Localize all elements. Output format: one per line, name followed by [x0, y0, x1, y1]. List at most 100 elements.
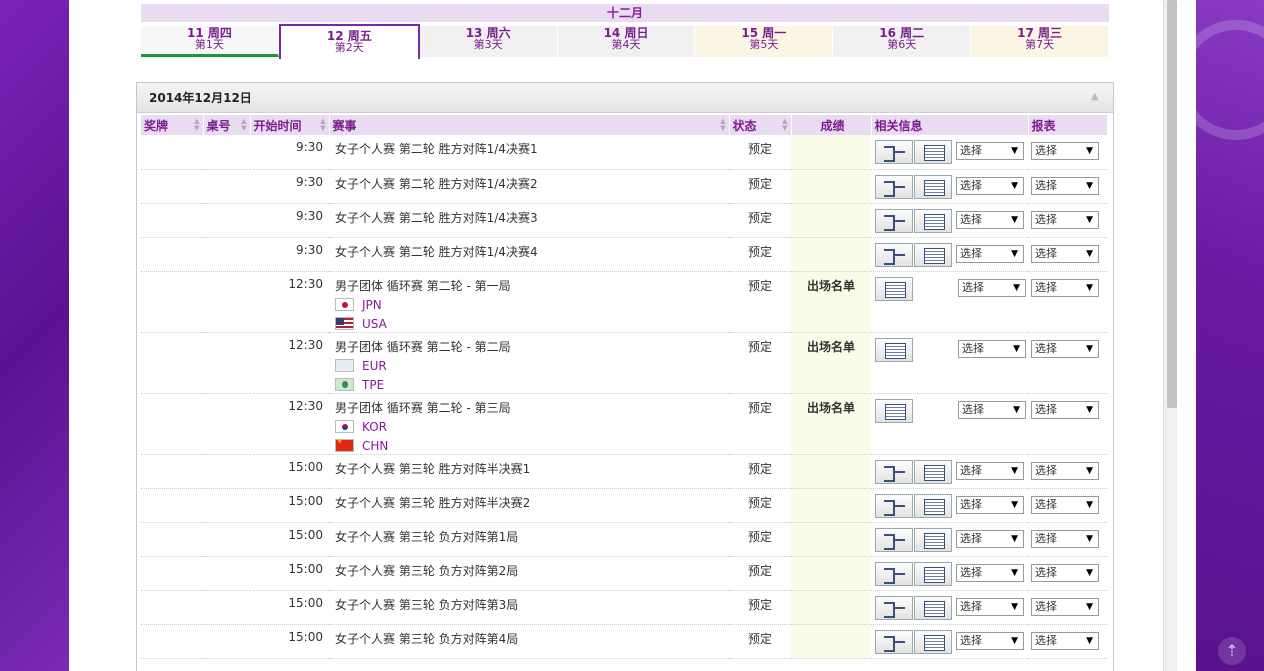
report-select[interactable]: 选择 ▼ [1031, 210, 1099, 229]
col-header-status[interactable]: 状态 ▲ ▼ [729, 115, 792, 135]
info-select[interactable]: 选择 ▼ [958, 400, 1026, 419]
scroll-track[interactable] [1163, 0, 1177, 671]
result-cell[interactable]: 出场名单 [791, 271, 871, 333]
document-icon[interactable] [875, 337, 913, 362]
table-row: 12:30 男子团体 循环赛 第二轮 - 第一局 JPN USA 预定 出场名单 选择 ▼ 选择… [141, 271, 1107, 333]
document-icon[interactable] [914, 527, 952, 552]
bracket-icon[interactable] [875, 174, 913, 199]
report-select[interactable]: 选择 ▼ [1031, 631, 1099, 650]
team-code[interactable]: JPN [362, 298, 382, 312]
bracket-icon[interactable] [875, 527, 913, 552]
info-select[interactable]: 选择 ▼ [956, 597, 1024, 616]
day-tab[interactable]: 13 周六 第3天 [419, 26, 558, 57]
col-header-medal[interactable]: 奖牌 ▲ ▼ [141, 115, 204, 135]
select-value: 选择 [1035, 280, 1057, 294]
team-entry[interactable]: KOR [335, 419, 729, 435]
table-number-cell [203, 454, 250, 489]
document-icon[interactable] [914, 242, 952, 267]
document-icon[interactable] [875, 398, 913, 423]
info-select[interactable]: 选择 ▼ [956, 244, 1024, 263]
report-select[interactable]: 选择 ▼ [1031, 529, 1099, 548]
col-header-start-time[interactable]: 开始时间 ▲ ▼ [250, 115, 330, 135]
info-select[interactable]: 选择 ▼ [956, 176, 1024, 195]
result-cell[interactable]: 出场名单 [791, 332, 871, 394]
info-select[interactable]: 选择 ▼ [956, 495, 1024, 514]
day-tab[interactable]: 15 周一 第5天 [695, 26, 834, 57]
report-select[interactable]: 选择 ▼ [1031, 461, 1099, 480]
day-tab[interactable]: 12 周五 第2天 [278, 24, 420, 59]
team-entry[interactable]: CHN [335, 438, 729, 454]
event-cell: 男子团体 循环赛 第二轮 - 第二局 EUR TPE [329, 332, 729, 394]
info-select[interactable]: 选择 ▼ [958, 339, 1026, 358]
team-entry[interactable]: EUR [335, 358, 729, 374]
report-select[interactable]: 选择 ▼ [1031, 495, 1099, 514]
bracket-icon[interactable] [875, 208, 913, 233]
sort-icon[interactable]: ▲ ▼ [320, 118, 325, 132]
day-tab[interactable]: 16 周二 第6天 [833, 26, 972, 57]
bracket-icon[interactable] [875, 459, 913, 484]
team-code[interactable]: EUR [362, 359, 387, 373]
document-icon[interactable] [914, 140, 952, 164]
bracket-icon[interactable] [875, 595, 913, 620]
info-select[interactable]: 选择 ▼ [956, 461, 1024, 480]
bracket-icon[interactable] [875, 493, 913, 518]
bracket-icon[interactable] [875, 629, 913, 654]
chevron-down-icon: ▼ [1013, 343, 1020, 354]
team-entry[interactable]: JPN [335, 297, 729, 313]
sort-icon[interactable]: ▲ ▼ [194, 118, 199, 132]
page-background-right: ⇡ [1176, 0, 1264, 671]
report-select[interactable]: 选择 ▼ [1031, 176, 1099, 195]
col-header-table[interactable]: 桌号 ▲ ▼ [203, 115, 251, 135]
medal-cell [141, 488, 203, 523]
document-icon[interactable] [914, 595, 952, 620]
result-cell[interactable]: 出场名单 [791, 393, 871, 455]
document-icon[interactable] [914, 459, 952, 484]
day-tab[interactable]: 11 周四 第1天 [141, 26, 279, 57]
sort-icon[interactable]: ▲ ▼ [720, 118, 725, 132]
select-value: 选择 [1035, 212, 1057, 226]
team-code[interactable]: TPE [362, 378, 384, 392]
document-icon[interactable] [914, 561, 952, 586]
sort-icon[interactable]: ▲ ▼ [782, 118, 787, 132]
report-select[interactable]: 选择 ▼ [1031, 400, 1099, 419]
team-code[interactable]: USA [362, 317, 387, 331]
report-select[interactable]: 选择 ▼ [1031, 278, 1099, 297]
info-select[interactable]: 选择 ▼ [956, 142, 1024, 160]
info-select[interactable]: 选择 ▼ [956, 529, 1024, 548]
table-row: 15:00 女子个人赛 第三轮 负方对阵第2局 预定 选择 ▼ 选择 ▼ [141, 556, 1107, 591]
team-entry[interactable]: TPE [335, 377, 729, 393]
select-value: 选择 [962, 341, 984, 355]
flag-icon [335, 298, 354, 311]
document-icon[interactable] [875, 276, 913, 301]
document-icon[interactable] [914, 174, 952, 199]
report-select[interactable]: 选择 ▼ [1031, 142, 1099, 160]
start-time: 15:00 [250, 522, 329, 557]
report-select[interactable]: 选择 ▼ [1031, 339, 1099, 358]
info-select[interactable]: 选择 ▼ [958, 278, 1026, 297]
document-icon[interactable] [914, 208, 952, 233]
scroll-to-top-icon[interactable]: ⇡ [1218, 637, 1246, 665]
document-icon[interactable] [914, 493, 952, 518]
bracket-icon[interactable] [875, 561, 913, 586]
team-code[interactable]: KOR [362, 420, 387, 434]
bracket-icon[interactable] [875, 242, 913, 267]
report-select[interactable]: 选择 ▼ [1031, 563, 1099, 582]
team-code[interactable]: CHN [362, 439, 388, 453]
day-tab[interactable]: 17 周三 第7天 [971, 26, 1110, 57]
vertical-scrollbar[interactable] [1162, 0, 1196, 671]
scroll-thumb[interactable] [1167, 0, 1177, 408]
document-icon[interactable] [914, 629, 952, 654]
select-value: 选择 [1035, 497, 1057, 511]
info-select[interactable]: 选择 ▼ [956, 210, 1024, 229]
sort-icon[interactable]: ▲ ▼ [241, 118, 246, 132]
info-select[interactable]: 选择 ▼ [956, 631, 1024, 650]
select-value: 选择 [960, 497, 982, 511]
bracket-icon[interactable] [875, 140, 913, 164]
team-entry[interactable]: USA [335, 316, 729, 332]
col-header-event[interactable]: 赛事 ▲ ▼ [329, 115, 730, 135]
collapse-up-icon[interactable]: ▲ [1091, 92, 1103, 102]
day-tab[interactable]: 14 周日 第4天 [557, 26, 696, 57]
info-select[interactable]: 选择 ▼ [956, 563, 1024, 582]
report-select[interactable]: 选择 ▼ [1031, 244, 1099, 263]
report-select[interactable]: 选择 ▼ [1031, 597, 1099, 616]
